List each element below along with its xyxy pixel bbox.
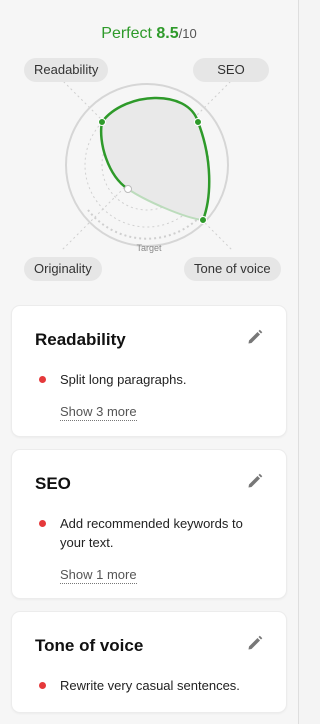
chip-readability[interactable]: Readability bbox=[24, 58, 109, 82]
show-more-link[interactable]: Show 3 more bbox=[60, 404, 137, 421]
card-title: SEO bbox=[35, 474, 71, 493]
red-dot-icon bbox=[39, 520, 46, 527]
item-text: Split long paragraphs. bbox=[60, 372, 187, 387]
pencil-icon[interactable] bbox=[246, 472, 264, 490]
target-label: Target bbox=[136, 243, 162, 253]
card-readability: Readability Split long paragraphs. Show … bbox=[12, 306, 286, 436]
pencil-icon[interactable] bbox=[246, 328, 264, 346]
chip-seo[interactable]: SEO bbox=[193, 58, 269, 82]
radar-score-area bbox=[101, 97, 210, 220]
card-title: Tone of voice bbox=[35, 636, 144, 655]
pencil-icon[interactable] bbox=[246, 634, 264, 652]
score-value: 8.5 bbox=[156, 25, 179, 42]
card-title: Readability bbox=[35, 330, 126, 349]
chip-tone-of-voice[interactable]: Tone of voice bbox=[184, 257, 281, 281]
red-dot-icon bbox=[39, 682, 46, 689]
list-item: Split long paragraphs. bbox=[39, 370, 262, 389]
radar-point-readability bbox=[98, 118, 106, 126]
chip-originality[interactable]: Originality bbox=[24, 257, 102, 281]
item-text: Add recommended keywords to your text. bbox=[60, 516, 243, 550]
score-max: /10 bbox=[178, 26, 197, 41]
list-item: Add recommended keywords to your text. bbox=[39, 514, 262, 552]
score-label: Perfect bbox=[101, 25, 152, 42]
card-seo: SEO Add recommended keywords to your tex… bbox=[12, 450, 286, 598]
item-text: Rewrite very casual sentences. bbox=[60, 678, 240, 693]
show-more-link[interactable]: Show 1 more bbox=[60, 567, 137, 584]
score-panel: Perfect 8.5/10 Target Readability SEO Or… bbox=[0, 0, 299, 724]
red-dot-icon bbox=[39, 376, 46, 383]
radar-point-tone bbox=[199, 216, 207, 224]
overall-score: Perfect 8.5/10 bbox=[0, 24, 298, 44]
radar-point-originality bbox=[124, 185, 132, 193]
card-tone-of-voice: Tone of voice Rewrite very casual senten… bbox=[12, 612, 286, 712]
score-radar-chart bbox=[62, 80, 232, 250]
radar-point-seo bbox=[194, 118, 202, 126]
list-item: Rewrite very casual sentences. bbox=[39, 676, 262, 695]
